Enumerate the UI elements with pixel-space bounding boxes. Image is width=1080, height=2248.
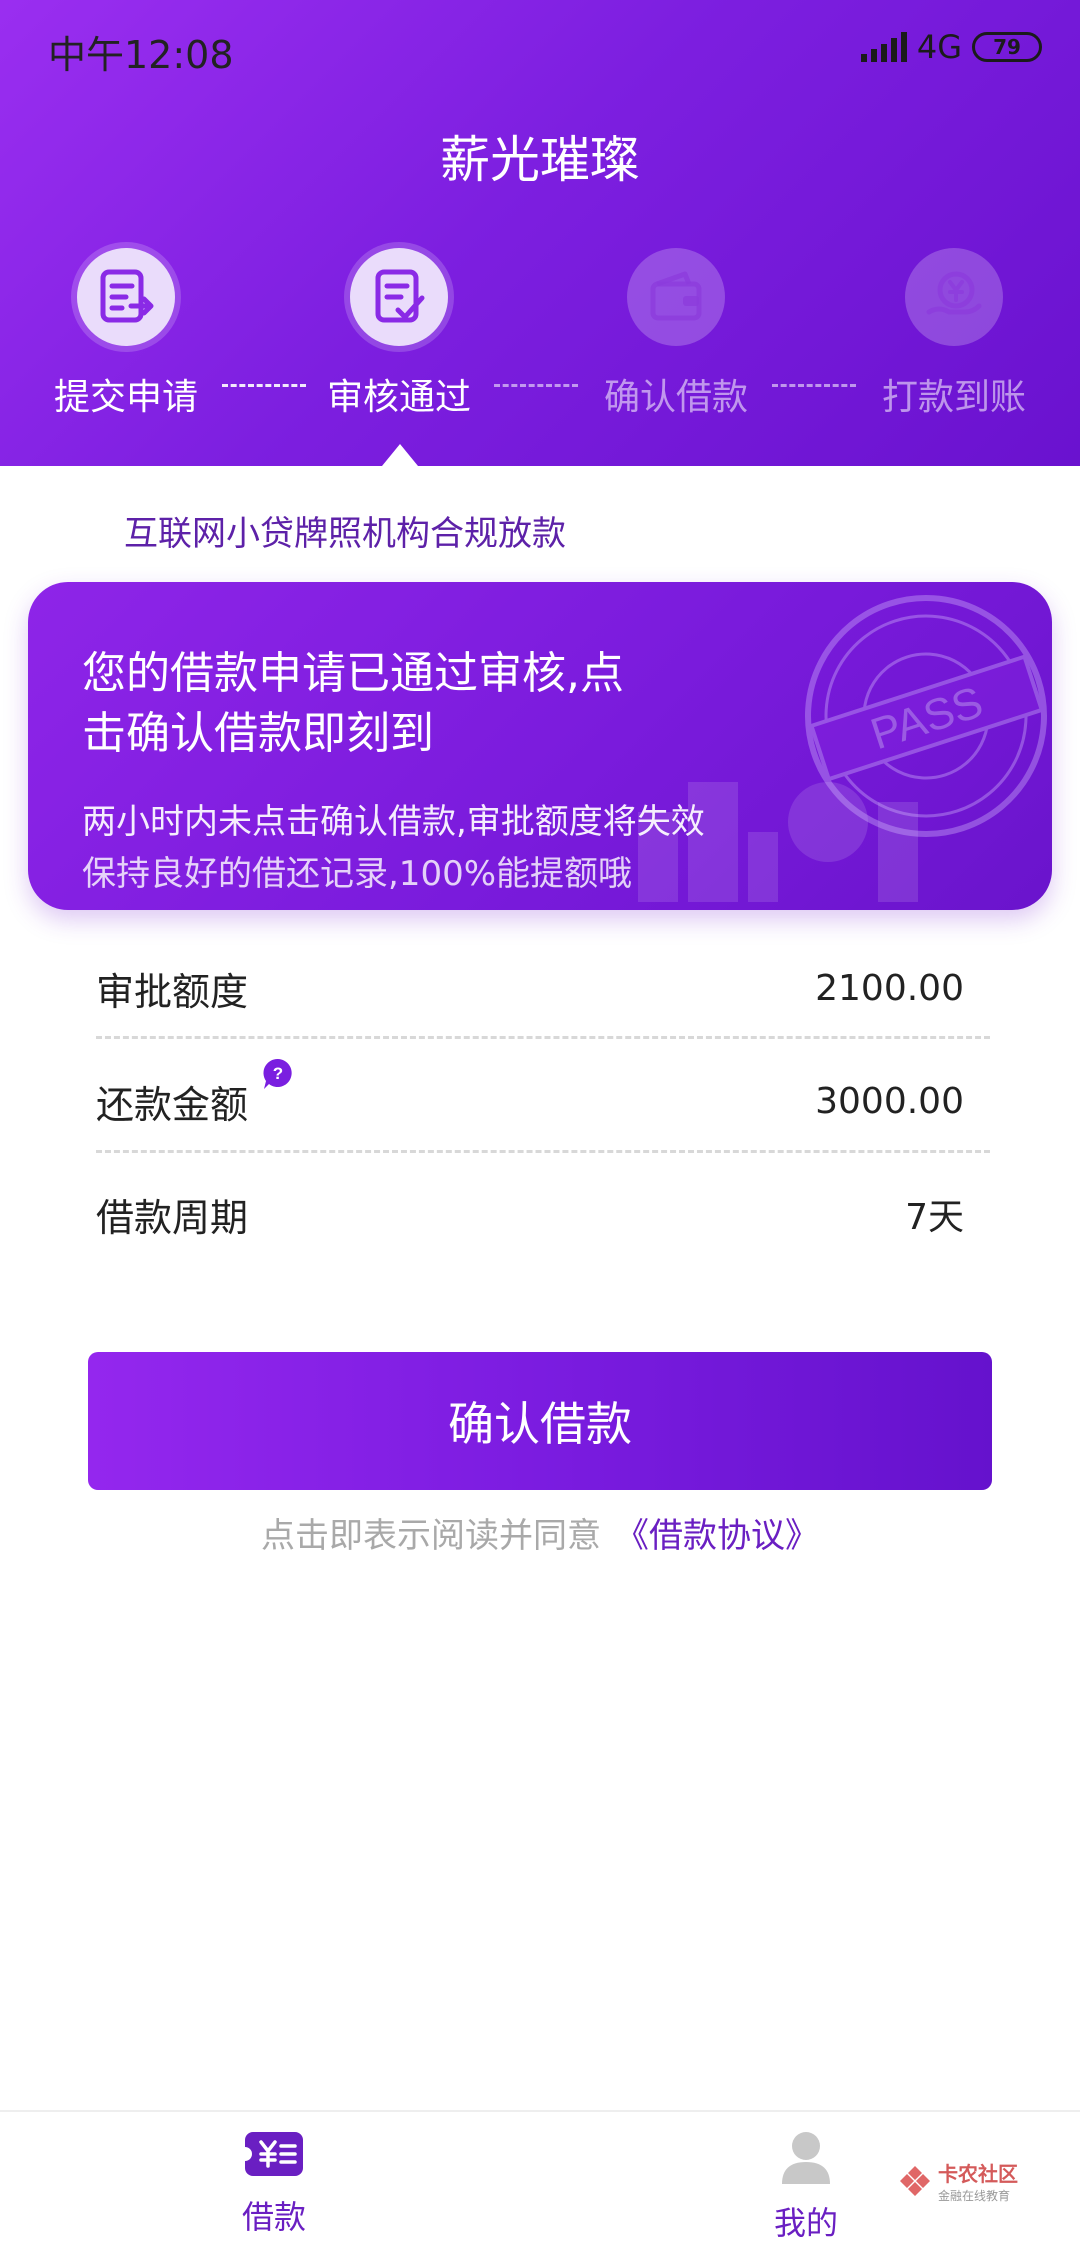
detail-value: 2100.00 — [815, 967, 964, 1009]
step-label-approved: 审核通过 — [326, 377, 471, 418]
document-check-icon — [350, 248, 448, 346]
confirm-loan-button[interactable]: 确认借款 — [88, 1352, 992, 1490]
approval-card: PASS 您的借款申请已通过审核,点击确认借款即刻到 两小时内未点击确认借款,审… — [28, 582, 1052, 910]
wallet-icon — [627, 248, 725, 346]
divider — [96, 1150, 990, 1153]
detail-label: 借款周期 — [96, 1195, 249, 1240]
step-label-confirm: 确认借款 — [603, 377, 748, 418]
step-approved: 审核通过 — [259, 248, 539, 420]
watermark-logo-icon — [900, 2166, 930, 2196]
detail-value: 7天 — [905, 1197, 964, 1238]
loan-agreement-link[interactable]: 《借款协议》 — [615, 1516, 819, 1556]
document-submit-icon — [77, 248, 175, 346]
detail-value: 3000.00 — [815, 1080, 964, 1122]
detail-label-wrap: 还款金额 ? — [96, 1058, 296, 1129]
expiry-warning: 两小时内未点击确认借款,审批额度将失效 — [82, 802, 705, 842]
svg-text:?: ? — [273, 1064, 283, 1083]
agreement-line: 点击即表示阅读并同意 《借款协议》 — [0, 1508, 1080, 1557]
status-bar: 中午12:08 4G 79 — [0, 0, 1080, 96]
divider — [96, 1036, 990, 1039]
step-label-payout: 打款到账 — [881, 377, 1026, 418]
current-step-pointer — [382, 444, 418, 466]
detail-row-loan-term: 借款周期 7天 — [96, 1158, 990, 1270]
help-icon[interactable]: ? — [260, 1056, 296, 1101]
battery-level: 79 — [993, 35, 1021, 59]
profile-icon — [782, 2132, 830, 2184]
loan-yuan-icon — [238, 2132, 303, 2176]
status-indicators: 4G 79 — [860, 28, 1042, 66]
watermark-text: 卡农社区 金融在线教育 — [938, 2158, 1018, 2204]
detail-row-repayment-amount: 还款金额 ? 3000.00 — [96, 1045, 990, 1157]
watermark-subtitle: 金融在线教育 — [938, 2189, 1011, 2203]
network-type: 4G — [916, 28, 962, 66]
nav-tab-mine[interactable]: 我的 — [706, 2130, 906, 2244]
battery-icon: 79 — [972, 32, 1042, 62]
header: 中午12:08 4G 79 薪光璀璨 提交申请 审核通过 确认借款 打款到账 — [0, 0, 1080, 466]
step-submit: 提交申请 — [0, 248, 266, 420]
detail-row-approved-amount: 审批额度 2100.00 — [96, 932, 990, 1044]
nav-label-loan: 借款 — [241, 2198, 306, 2236]
step-confirm: 确认借款 — [536, 248, 816, 420]
watermark: 卡农社区 金融在线教育 — [898, 2158, 1018, 2204]
signal-icon — [860, 32, 907, 62]
step-label-submit: 提交申请 — [53, 377, 198, 418]
status-time: 中午12:08 — [48, 33, 234, 77]
watermark-name: 卡农社区 — [938, 2162, 1018, 2186]
approval-message: 您的借款申请已通过审核,点击确认借款即刻到 — [82, 648, 624, 759]
compliance-notice: 互联网小贷牌照机构合规放款 — [124, 514, 566, 554]
agreement-text: 点击即表示阅读并同意 — [261, 1516, 601, 1556]
step-payout: 打款到账 — [814, 248, 1080, 420]
app-title: 薪光璀璨 — [440, 131, 640, 189]
yuan-coin-hand-icon — [905, 248, 1003, 346]
nav-tab-loan[interactable]: 借款 — [174, 2130, 374, 2238]
detail-label: 审批额度 — [96, 969, 249, 1014]
credit-tip: 保持良好的借还记录,100%能提额哦 — [82, 854, 633, 894]
nav-label-mine: 我的 — [773, 2204, 838, 2242]
detail-label: 还款金额 — [96, 1082, 249, 1127]
pass-stamp-icon: PASS — [805, 595, 1047, 837]
